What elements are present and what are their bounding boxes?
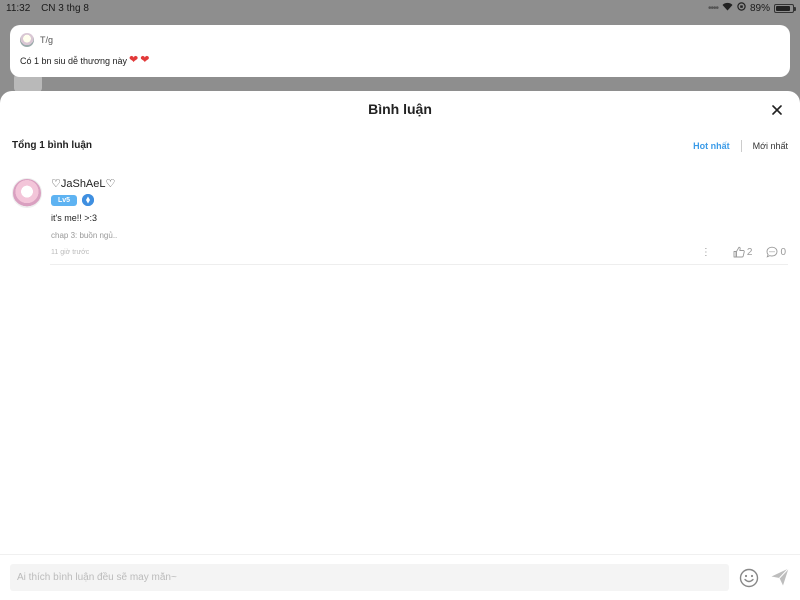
notification-body: Có 1 bn siu dễ thương này ❤ ❤ [20, 55, 780, 66]
user-badges: Lv5 [51, 194, 94, 206]
status-time: 11:32 [6, 2, 31, 14]
comment-input-bar [0, 554, 800, 600]
sort-divider [740, 140, 742, 152]
reply-bubble-icon [766, 246, 778, 258]
smiley-icon [739, 568, 759, 588]
avatar[interactable] [12, 178, 42, 208]
notification-header: T/g [20, 33, 780, 47]
send-icon [771, 568, 789, 586]
comment-username[interactable]: ♡JaShAeL♡ [51, 177, 115, 190]
wifi-icon [722, 2, 733, 14]
like-button[interactable]: 2 [733, 246, 753, 258]
reply-button[interactable]: 0 [766, 246, 786, 258]
comment-chapter[interactable]: chap 3: buồn ngủ.. [51, 231, 117, 240]
notification-sender: T/g [40, 35, 54, 45]
like-count: 2 [746, 246, 753, 258]
medal-icon [82, 194, 94, 206]
signal-icon: •••• [707, 2, 719, 14]
comment-input[interactable] [10, 564, 729, 591]
more-options-icon[interactable]: ⋮ [701, 247, 711, 258]
sheet-title: Bình luận [368, 101, 432, 117]
comment-text: it's me!! >:3 [51, 213, 97, 223]
battery-percent: 89% [749, 2, 770, 14]
battery-icon [774, 3, 796, 13]
reply-count: 0 [780, 246, 786, 258]
sender-avatar [20, 33, 34, 47]
status-right: •••• 89% [707, 2, 796, 14]
comments-sheet: Bình luận Tổng 1 bình luận Hot nhất Mới … [0, 91, 800, 600]
send-button[interactable] [770, 567, 790, 587]
heart-icon: ❤ [140, 54, 150, 66]
status-bar: 11:32 CN 3 thg 8 •••• 89% [0, 0, 800, 16]
sort-hot-tab[interactable]: Hot nhất [693, 141, 730, 151]
status-left: 11:32 CN 3 thg 8 [6, 3, 97, 14]
status-date: CN 3 thg 8 [41, 2, 89, 14]
orientation-lock-icon [737, 2, 746, 14]
comment-time: 11 giờ trước [51, 249, 90, 256]
comment-total: Tổng 1 bình luận [12, 140, 92, 151]
level-badge: Lv5 [51, 194, 77, 206]
close-icon [772, 105, 782, 115]
close-button[interactable] [768, 101, 786, 119]
emoji-button[interactable] [739, 568, 759, 588]
comment-actions: ⋮ 2 0 [701, 246, 786, 258]
heart-icon: ❤ [129, 54, 139, 66]
sort-new-tab[interactable]: Mới nhất [753, 141, 788, 151]
sort-options: Hot nhất Mới nhất [693, 140, 788, 152]
thumbs-up-icon [733, 246, 745, 258]
comment-item: ♡JaShAeL♡ Lv5 it's me!! >:3 chap 3: buồn… [0, 175, 800, 267]
notification-banner[interactable]: T/g Có 1 bn siu dễ thương này ❤ ❤ [10, 25, 790, 77]
comment-divider [50, 264, 788, 265]
notification-message: Có 1 bn siu dễ thương này [20, 55, 127, 66]
